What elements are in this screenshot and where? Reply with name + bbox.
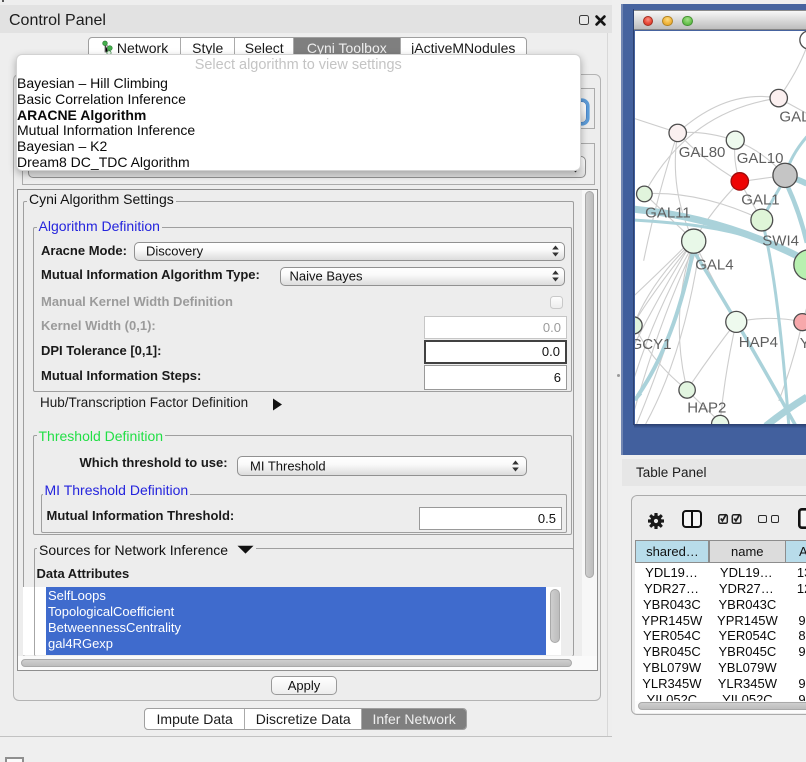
svg-text:GCY1: GCY1 (635, 335, 671, 352)
svg-text:Y: Y (799, 334, 806, 351)
svg-text:GAL4: GAL4 (695, 256, 733, 273)
svg-text:HAP2: HAP2 (687, 399, 726, 416)
svg-text:HAP4: HAP4 (738, 333, 777, 350)
svg-text:GAL11: GAL11 (645, 204, 691, 221)
svg-text:GAL1: GAL1 (741, 191, 779, 208)
svg-text:GAL10: GAL10 (736, 150, 783, 167)
svg-text:GAL80: GAL80 (678, 144, 725, 161)
svg-text:SWI4: SWI4 (762, 232, 799, 249)
svg-text:GAL: GAL (779, 108, 806, 125)
